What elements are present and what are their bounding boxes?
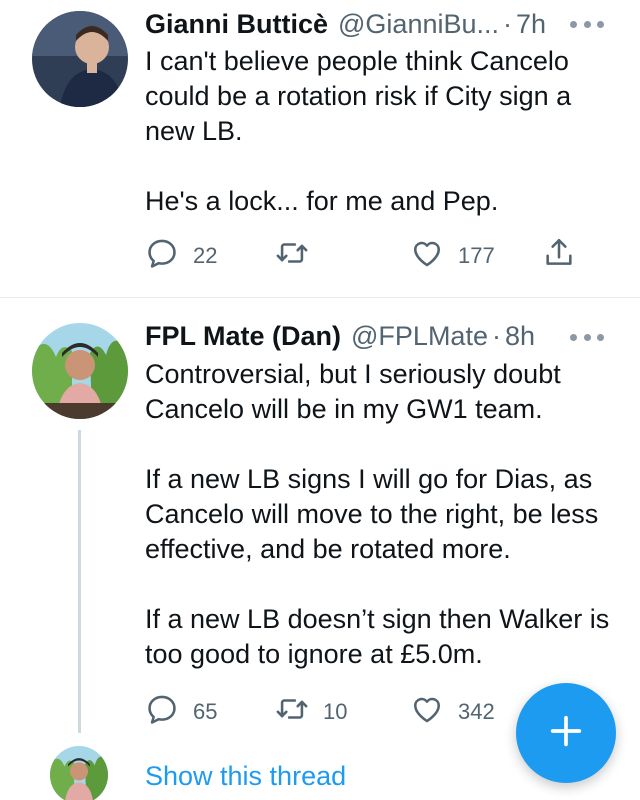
thread-line	[78, 430, 81, 733]
like-button[interactable]: 342	[410, 692, 495, 732]
heart-icon	[410, 236, 444, 276]
tweet-header: FPL Mate (Dan) @FPLMate · 8h	[145, 316, 535, 356]
author-name[interactable]: FPL Mate (Dan)	[145, 321, 341, 352]
tweet-gianni[interactable]: Gianni Butticè @GianniBu... · 7h I can't…	[0, 0, 640, 298]
share-button[interactable]	[542, 236, 576, 276]
avatar-gianni[interactable]	[32, 11, 128, 107]
retweet-icon	[275, 236, 309, 276]
like-count: 342	[458, 699, 495, 724]
author-handle[interactable]: @FPLMate	[351, 321, 488, 352]
separator-dot: ·	[503, 8, 513, 39]
reply-icon	[145, 692, 179, 732]
retweet-count: 10	[323, 699, 348, 724]
tweet-paragraph: If a new LB signs I will go for Dias, as…	[145, 464, 599, 564]
heart-icon	[410, 692, 444, 732]
retweet-button[interactable]: 10	[275, 692, 347, 732]
retweet-icon	[275, 692, 309, 732]
separator-dot: ·	[491, 320, 501, 351]
tweet-time[interactable]: 8h	[505, 321, 535, 352]
tweet-actions: 22 177	[145, 236, 585, 276]
author-name[interactable]: Gianni Butticè	[145, 9, 328, 40]
show-thread-link[interactable]: Show this thread	[145, 761, 346, 792]
compose-tweet-button[interactable]	[516, 683, 616, 783]
more-icon[interactable]	[570, 332, 604, 342]
avatar-fplmate[interactable]	[32, 323, 128, 419]
reply-count: 22	[193, 243, 218, 268]
retweet-button[interactable]	[275, 236, 323, 276]
like-count: 177	[458, 243, 495, 268]
more-icon[interactable]	[570, 19, 604, 29]
tweet-text: I can't believe people think Cancelo cou…	[145, 44, 625, 219]
tweet-text: Controversial, but I seriously doubt Can…	[145, 357, 625, 672]
reply-count: 65	[193, 699, 218, 724]
like-button[interactable]: 177	[410, 236, 495, 276]
tweet-paragraph: Controversial, but I seriously doubt Can…	[145, 359, 561, 424]
share-icon	[542, 236, 576, 276]
tweet-paragraph: I can't believe people think Cancelo cou…	[145, 46, 572, 146]
tweet-paragraph: He's a lock... for me and Pep.	[145, 186, 499, 216]
reply-button[interactable]: 22	[145, 236, 217, 276]
reply-icon	[145, 236, 179, 276]
plus-icon	[546, 711, 586, 756]
tweet-header: Gianni Butticè @GianniBu... · 7h	[145, 4, 546, 44]
tweet-paragraph: If a new LB doesn’t sign then Walker is …	[145, 604, 610, 669]
reply-button[interactable]: 65	[145, 692, 217, 732]
tweet-time[interactable]: 7h	[516, 9, 546, 40]
thread-avatar[interactable]	[50, 746, 108, 800]
author-handle[interactable]: @GianniBu...	[338, 9, 499, 40]
